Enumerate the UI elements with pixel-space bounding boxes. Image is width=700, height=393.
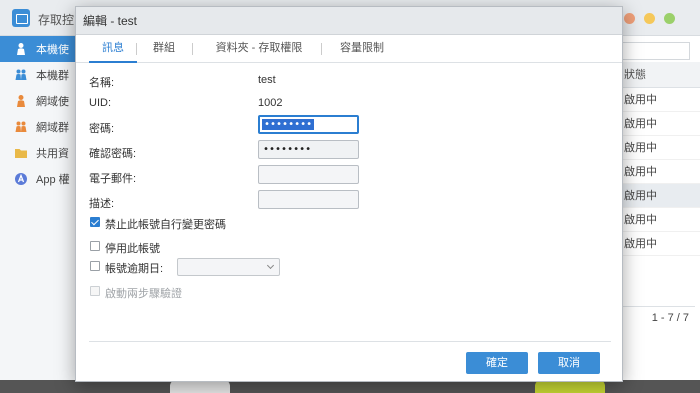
confirm-password-input[interactable]: ••••••••: [258, 140, 359, 159]
account-expiry-checkbox[interactable]: [90, 261, 100, 271]
confirm-password-label: 確認密碼:: [89, 148, 137, 160]
window-maximize-icon[interactable]: [664, 13, 675, 24]
tab-separator: [136, 43, 137, 55]
domain-group-icon: [15, 121, 27, 132]
password-selected-text: ••••••••: [262, 119, 315, 130]
tab-folder-permissions[interactable]: 資料夾 - 存取權限: [200, 35, 318, 63]
tab-separator: [321, 43, 322, 55]
sidebar-item-label: 共用資: [36, 148, 69, 160]
sidebar-item-label: 本機群: [36, 70, 69, 82]
name-value: test: [258, 74, 276, 86]
sidebar-item-domain-users[interactable]: 網域使: [0, 88, 80, 114]
status-cell: 啟用中: [620, 208, 700, 232]
status-cell: 啟用中: [620, 136, 700, 160]
expiry-date-select[interactable]: [177, 258, 280, 276]
status-cell: 啟用中: [620, 160, 700, 184]
status-cell: 啟用中: [620, 232, 700, 256]
email-label: 電子郵件:: [89, 173, 137, 185]
group-icon: [15, 69, 27, 80]
status-column-header: 狀態: [620, 62, 700, 88]
status-cell: 啟用中: [620, 88, 700, 112]
two-step-verification-checkbox: [90, 286, 100, 296]
account-expiry-label[interactable]: 帳號逾期日:: [105, 260, 163, 276]
folder-icon: [15, 149, 27, 158]
tab-quota[interactable]: 容量限制: [328, 35, 396, 63]
chevron-down-icon: [266, 261, 275, 270]
domain-user-icon: [17, 95, 25, 107]
control-panel-icon: [12, 9, 30, 27]
sidebar-item-app-permissions[interactable]: App 權: [0, 166, 80, 192]
tab-info[interactable]: 訊息: [89, 35, 137, 63]
dialog-footer-divider: [89, 341, 611, 342]
tab-groups[interactable]: 群組: [140, 35, 188, 63]
sidebar-item-local-users[interactable]: 本機使: [0, 36, 80, 62]
status-cell: 啟用中: [620, 184, 700, 208]
dialog-title: 編輯 - test: [76, 7, 622, 35]
user-icon: [17, 43, 25, 55]
dialog-tabs: 訊息 群組 資料夾 - 存取權限 容量限制: [76, 35, 622, 63]
ok-button[interactable]: 確定: [466, 352, 528, 374]
window-close-icon[interactable]: [624, 13, 635, 24]
password-label: 密碼:: [89, 123, 115, 135]
background-app-title: 存取控: [38, 13, 75, 27]
app-icon: [15, 173, 27, 185]
uid-value: 1002: [258, 97, 283, 109]
sidebar-item-shared-folders[interactable]: 共用資: [0, 140, 80, 166]
status-cell: 啟用中: [620, 112, 700, 136]
sidebar-item-label: 網域群: [36, 122, 69, 134]
two-step-verification-label: 啟動兩步驟驗證: [105, 288, 182, 300]
edit-user-dialog: 編輯 - test 訊息 群組 資料夾 - 存取權限 容量限制 名稱: test…: [75, 6, 623, 382]
uid-label: UID:: [89, 97, 111, 109]
email-input[interactable]: [258, 165, 359, 184]
disallow-password-change-label[interactable]: 禁止此帳號自行變更密碼: [105, 216, 226, 232]
background-search-input[interactable]: [620, 42, 690, 60]
sidebar-item-local-groups[interactable]: 本機群: [0, 62, 80, 88]
sidebar-item-label: 網域使: [36, 96, 69, 108]
cancel-button[interactable]: 取消: [538, 352, 600, 374]
password-input[interactable]: ••••••••: [258, 115, 359, 134]
sidebar-item-label: App 權: [36, 174, 70, 186]
description-input[interactable]: [258, 190, 359, 209]
disallow-password-change-checkbox[interactable]: [90, 217, 100, 227]
background-sidebar: 本機使 本機群 網域使 網域群 共用資 App 權: [0, 36, 80, 393]
disable-account-label[interactable]: 停用此帳號: [105, 240, 160, 256]
description-label: 描述:: [89, 198, 115, 210]
sidebar-item-label: 本機使: [36, 44, 69, 56]
pagination-info: 1 - 7 / 7: [620, 306, 695, 328]
window-minimize-icon[interactable]: [644, 13, 655, 24]
disable-account-checkbox[interactable]: [90, 241, 100, 251]
sidebar-item-domain-groups[interactable]: 網域群: [0, 114, 80, 140]
tab-separator: [192, 43, 193, 55]
name-label: 名稱:: [89, 77, 115, 89]
